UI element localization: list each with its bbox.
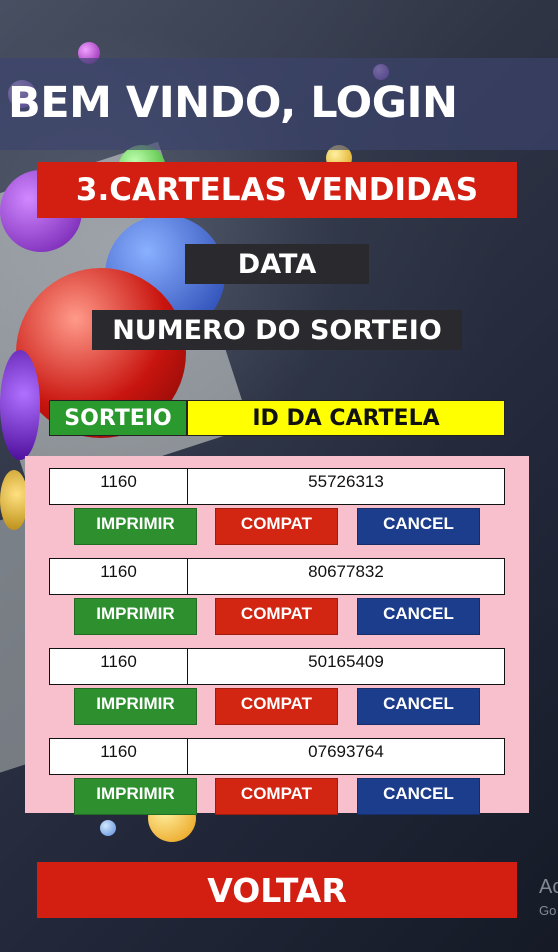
compat-button[interactable]: COMPAT [215,778,338,815]
watermark-line-2: Go [539,903,557,918]
page-title: 3.CARTELAS VENDIDAS [37,162,517,218]
cartela-id-cell: 55726313 [308,472,384,491]
cancel-button[interactable]: CANCEL [357,598,480,635]
cancel-button[interactable]: CANCEL [357,508,480,545]
print-button[interactable]: IMPRIMIR [74,778,197,815]
print-button[interactable]: IMPRIMIR [74,688,197,725]
table-row: 1160 07693764 [49,738,505,775]
sorteio-column-header: SORTEIO [49,400,187,436]
cancel-button[interactable]: CANCEL [357,778,480,815]
cartela-id-cell: 07693764 [308,742,384,761]
table-row: 1160 80677832 [49,558,505,595]
sorteio-cell: 1160 [50,739,188,774]
print-button[interactable]: IMPRIMIR [74,598,197,635]
compat-button[interactable]: COMPAT [215,688,338,725]
print-button[interactable]: IMPRIMIR [74,508,197,545]
watermark-line-1: Ac [539,876,558,898]
welcome-title: BEM VINDO, LOGIN [8,78,458,128]
sorteio-cell: 1160 [50,559,188,594]
cartela-id-cell: 50165409 [308,652,384,671]
compat-button[interactable]: COMPAT [215,508,338,545]
table-row: 1160 55726313 [49,468,505,505]
draw-number-field[interactable]: NUMERO DO SORTEIO [92,310,462,350]
compat-button[interactable]: COMPAT [215,598,338,635]
sorteio-cell: 1160 [50,469,188,504]
cartela-id-column-header: ID DA CARTELA [187,400,505,436]
activation-watermark: Ac Go [539,876,558,918]
back-button[interactable]: VOLTAR [37,862,517,918]
sorteio-cell: 1160 [50,649,188,684]
date-field[interactable]: DATA [185,244,369,284]
cartela-id-cell: 80677832 [308,562,384,581]
table-row: 1160 50165409 [49,648,505,685]
cancel-button[interactable]: CANCEL [357,688,480,725]
